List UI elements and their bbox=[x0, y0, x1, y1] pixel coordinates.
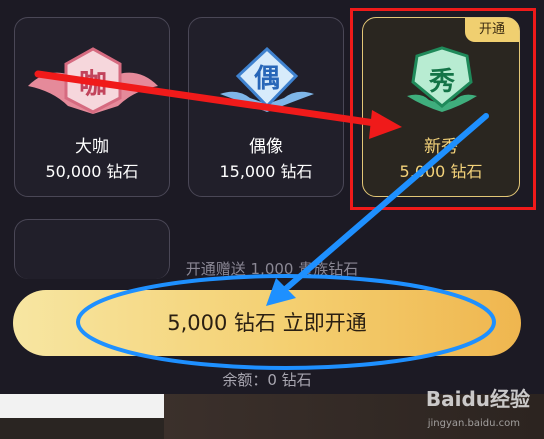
blue-crest-badge-icon: 偶 bbox=[220, 46, 314, 112]
tier-price: 15,000 钻石 bbox=[219, 162, 313, 181]
tier-name: 偶像 bbox=[249, 137, 283, 157]
gift-info-text: 开通赠送 1,000 贵族钻石 bbox=[185, 260, 359, 278]
tier-price: 50,000 钻石 bbox=[45, 162, 139, 181]
svg-text:偶: 偶 bbox=[254, 64, 280, 94]
tier-card-dakа[interactable]: 咖 大咖 50,000 钻石 bbox=[14, 17, 170, 197]
watermark-logo: Baidu经验 bbox=[425, 387, 530, 411]
pink-crest-badge-icon: 咖 bbox=[28, 47, 158, 114]
open-now-button[interactable]: 5,000 钻石 立即开通 bbox=[13, 290, 521, 356]
watermark-url: jingyan.baidu.com bbox=[427, 418, 520, 429]
bottom-strip-light bbox=[0, 394, 164, 418]
tier-name: 大咖 bbox=[75, 137, 109, 157]
tier-card-ouxiang[interactable]: 偶 偶像 15,000 钻石 bbox=[188, 17, 344, 197]
svg-text:咖: 咖 bbox=[79, 67, 107, 100]
highlight-box bbox=[350, 8, 536, 210]
